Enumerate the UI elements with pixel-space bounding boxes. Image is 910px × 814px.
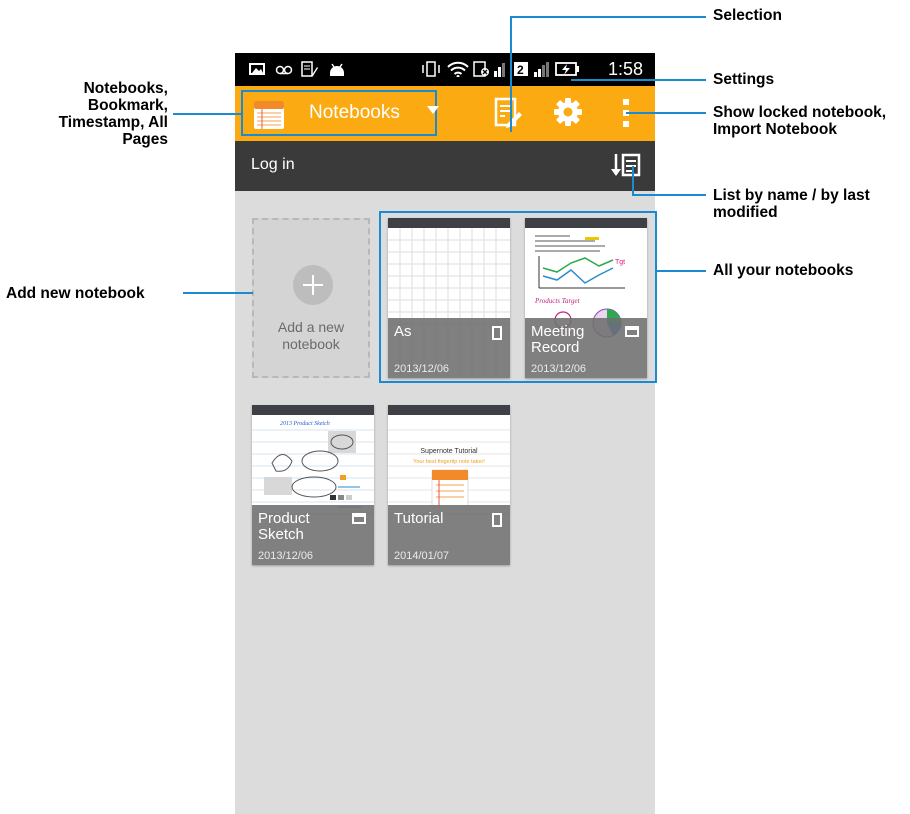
plus-icon bbox=[293, 265, 333, 305]
notebook-title: Tutorial bbox=[394, 510, 444, 527]
signal-icon bbox=[494, 63, 505, 77]
landscape-orientation-icon bbox=[352, 513, 366, 524]
callout-sort: List by name / by last modified bbox=[713, 187, 870, 221]
note-edit-notification-icon bbox=[301, 61, 318, 77]
callout-line-notebooks-menu bbox=[173, 113, 241, 115]
voicemail-icon bbox=[275, 65, 293, 75]
callout-line-selection-h bbox=[510, 16, 706, 18]
clock: 1:58 bbox=[607, 59, 643, 79]
svg-text:2: 2 bbox=[517, 63, 524, 77]
signal-2-icon bbox=[534, 62, 549, 77]
selection-icon[interactable] bbox=[493, 97, 523, 129]
callout-selection: Selection bbox=[713, 7, 782, 24]
login-link[interactable]: Log in bbox=[251, 156, 295, 174]
callout-add-new: Add new notebook bbox=[6, 285, 145, 302]
add-notebook-card[interactable]: Add a new notebook bbox=[252, 218, 370, 378]
notebook-card-tutorial[interactable]: Supernote Tutorial Your best fingertip n… bbox=[388, 405, 510, 565]
sim1-no-service-icon bbox=[473, 61, 489, 77]
callout-line-locked bbox=[626, 112, 706, 114]
all-notebooks-highlight bbox=[379, 211, 657, 383]
battery-charging-icon bbox=[555, 62, 579, 76]
tutorial-thumb-title: Supernote Tutorial bbox=[420, 448, 478, 455]
callout-locked-import: Show locked notebook, Import Notebook bbox=[713, 104, 887, 138]
notebook-card-product-sketch[interactable]: 2013 Product Sketch Product Sketch 2013/… bbox=[252, 405, 374, 565]
callout-settings: Settings bbox=[713, 71, 775, 88]
notebook-title: Product Sketch bbox=[258, 510, 310, 543]
chevron-down-icon bbox=[427, 106, 439, 114]
callout-line-add-new bbox=[183, 292, 253, 294]
settings-gear-icon[interactable] bbox=[553, 97, 583, 127]
callout-line-sort-h bbox=[632, 194, 706, 196]
callout-line-all-notebooks bbox=[657, 270, 706, 272]
sim2-icon: 2 bbox=[514, 62, 528, 77]
android-icon bbox=[330, 63, 344, 76]
image-notification-icon bbox=[249, 63, 265, 75]
sub-bar: Log in bbox=[235, 141, 655, 191]
sketch-thumb-title: 2013 Product Sketch bbox=[280, 421, 330, 427]
callout-line-settings bbox=[571, 79, 706, 81]
sort-list-icon[interactable] bbox=[611, 150, 641, 180]
wifi-icon bbox=[447, 61, 469, 77]
notebook-date: 2013/12/06 bbox=[258, 550, 314, 562]
callout-line-sort-v bbox=[632, 166, 634, 195]
phone-screen: 2 1:58 Notebooks Log in Add a new notebo… bbox=[235, 53, 655, 814]
supernote-app-icon bbox=[254, 101, 284, 129]
tutorial-thumb-subtitle: Your best fingertip note taker! bbox=[413, 459, 485, 465]
notebook-date: 2014/01/07 bbox=[394, 550, 450, 562]
callout-line-selection bbox=[510, 16, 512, 132]
portrait-orientation-icon bbox=[492, 513, 502, 527]
notebooks-dropdown[interactable]: Notebooks bbox=[241, 90, 439, 136]
status-bar: 2 1:58 bbox=[235, 53, 655, 86]
notebooks-dropdown-label: Notebooks bbox=[309, 102, 400, 123]
notebook-spine bbox=[388, 405, 510, 415]
add-notebook-label: Add a new notebook bbox=[277, 319, 345, 352]
callout-notebooks-menu: Notebooks, Bookmark, Timestamp, All Page… bbox=[58, 80, 168, 148]
action-bar: Notebooks bbox=[235, 86, 655, 141]
vibrate-icon bbox=[422, 61, 440, 77]
callout-all-notebooks: All your notebooks bbox=[713, 262, 854, 279]
notebook-spine bbox=[252, 405, 374, 415]
